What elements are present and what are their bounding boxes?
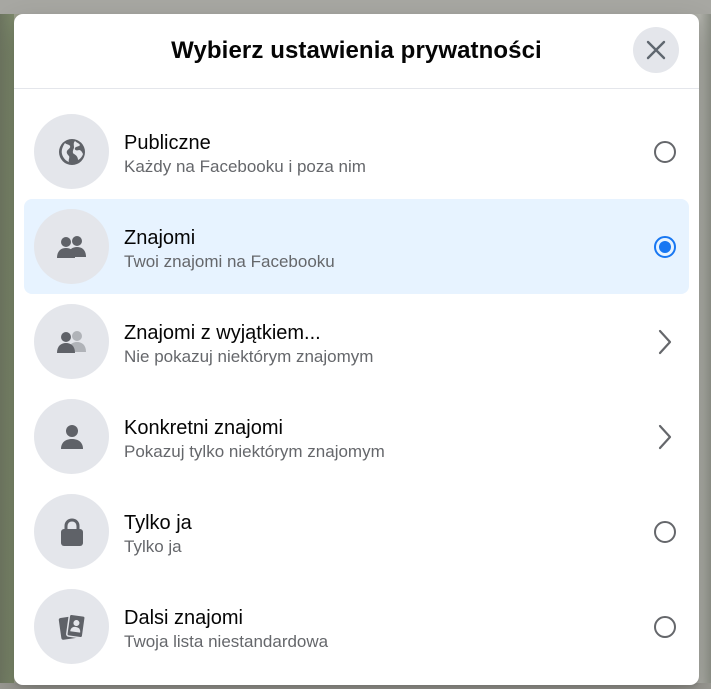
radio-acquaintances[interactable] (651, 613, 679, 641)
custom-list-icon (58, 613, 86, 640)
option-text: Znajomi z wyjątkiem... Nie pokazuj niekt… (124, 321, 373, 368)
globe-icon (58, 138, 85, 165)
option-subtitle: Twoi znajomi na Facebooku (124, 252, 335, 271)
friends-except-icon (56, 330, 86, 353)
option-text: Tylko ja Tylko ja (124, 511, 192, 558)
option-icon-container (34, 494, 109, 569)
privacy-options-list: Publiczne Każdy na Facebooku i poza nim … (24, 104, 689, 674)
option-text: Znajomi Twoi znajomi na Facebooku (124, 226, 335, 273)
lock-icon (60, 517, 83, 546)
chevron-friends-except[interactable] (651, 328, 679, 356)
close-button[interactable] (633, 27, 679, 73)
radio-unchecked-icon (654, 141, 676, 163)
radio-unchecked-icon (654, 616, 676, 638)
dialog-title: Wybierz ustawienia prywatności (171, 37, 542, 64)
friends-icon (56, 235, 86, 258)
option-icon-container (34, 114, 109, 189)
option-text: Publiczne Każdy na Facebooku i poza nim (124, 131, 366, 178)
option-title: Dalsi znajomi (124, 607, 243, 629)
dialog-header: Wybierz ustawienia prywatności (14, 14, 699, 89)
radio-only-me[interactable] (651, 518, 679, 546)
option-only-me[interactable]: Tylko ja Tylko ja (24, 484, 689, 579)
option-icon-container (34, 399, 109, 474)
option-subtitle: Tylko ja (124, 537, 182, 556)
radio-public[interactable] (651, 138, 679, 166)
radio-checked-icon (654, 236, 676, 258)
radio-friends[interactable] (651, 233, 679, 261)
close-icon (646, 40, 666, 60)
option-icon-container (34, 589, 109, 664)
option-icon-container (34, 304, 109, 379)
person-icon (60, 424, 83, 449)
option-public[interactable]: Publiczne Każdy na Facebooku i poza nim (24, 104, 689, 199)
radio-unchecked-icon (654, 521, 676, 543)
option-subtitle: Twoja lista niestandardowa (124, 632, 329, 651)
option-icon-container (34, 209, 109, 284)
option-text: Konkretni znajomi Pokazuj tylko niektóry… (124, 416, 385, 463)
option-text: Dalsi znajomi Twoja lista niestandardowa (124, 606, 328, 653)
option-title: Tylko ja (124, 512, 192, 534)
option-acquaintances[interactable]: Dalsi znajomi Twoja lista niestandardowa (24, 579, 689, 674)
chevron-right-icon (658, 424, 672, 450)
option-friends-except[interactable]: Znajomi z wyjątkiem... Nie pokazuj niekt… (24, 294, 689, 389)
chevron-specific-friends[interactable] (651, 423, 679, 451)
option-friends[interactable]: Znajomi Twoi znajomi na Facebooku (24, 199, 689, 294)
option-title: Znajomi (124, 227, 196, 249)
chevron-right-icon (658, 329, 672, 355)
option-subtitle: Pokazuj tylko niektórym znajomym (124, 442, 385, 461)
option-specific-friends[interactable]: Konkretni znajomi Pokazuj tylko niektóry… (24, 389, 689, 484)
option-subtitle: Każdy na Facebooku i poza nim (124, 157, 366, 176)
option-title: Publiczne (124, 132, 211, 154)
option-title: Konkretni znajomi (124, 417, 283, 439)
option-subtitle: Nie pokazuj niektórym znajomym (124, 347, 374, 366)
option-title: Znajomi z wyjątkiem... (124, 322, 321, 344)
privacy-dialog: Wybierz ustawienia prywatności Publiczne… (14, 14, 699, 685)
